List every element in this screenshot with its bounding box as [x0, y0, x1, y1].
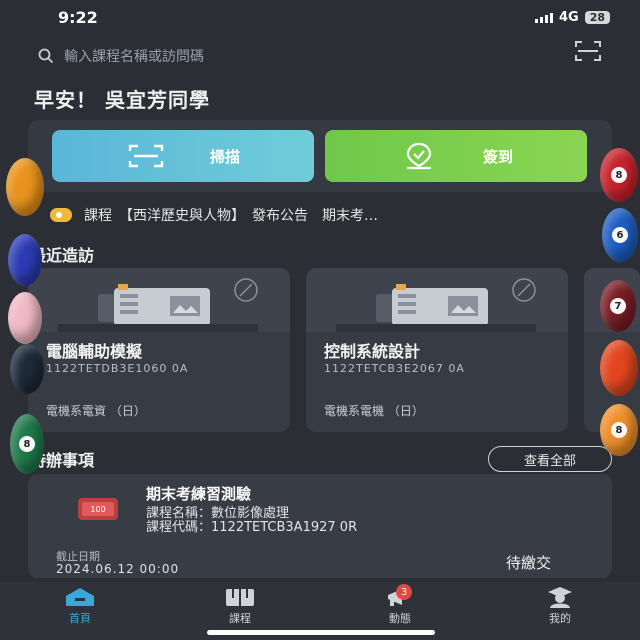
search-input[interactable]: 輸入課程名稱或訪問碼 — [64, 46, 204, 66]
tab-label: 我的 — [549, 612, 571, 625]
signal-icon — [534, 12, 553, 23]
exam-icon: 100 — [78, 498, 118, 520]
tab-courses[interactable]: 課程 — [208, 586, 272, 626]
scan-label: 掃描 — [209, 147, 240, 166]
billiard-ball-icon — [6, 158, 44, 216]
ball-number: 6 — [612, 227, 628, 243]
announcement-text: 課程 【西洋歷史與人物】 發布公告 期末考… — [84, 208, 378, 224]
billiard-ball-icon — [8, 234, 42, 286]
todo-item-title: 期末考練習測驗 — [146, 485, 252, 503]
book-icon — [222, 586, 258, 608]
scan-icon — [128, 144, 164, 168]
course-code: 1122TETDB3E1060 0A — [46, 362, 189, 375]
svg-text:100: 100 — [90, 505, 105, 514]
course-thumbnail — [306, 268, 568, 332]
billiard-ball-icon: 7 — [600, 280, 636, 332]
search-bar[interactable]: 輸入課程名稱或訪問碼 — [38, 42, 558, 70]
course-code: 1122TETCB3E2067 0A — [324, 362, 465, 375]
search-icon — [38, 48, 54, 64]
course-name: 電腦輔助模擬 — [46, 342, 143, 361]
network-label: 4G — [558, 10, 579, 25]
billiard-ball-icon — [600, 340, 638, 396]
course-department: 電機系電資 （日） — [46, 404, 146, 418]
tab-label: 課程 — [229, 612, 251, 625]
sign-label: 簽到 — [482, 147, 513, 166]
ball-number: 7 — [610, 298, 626, 314]
view-all-button[interactable]: 查看全部 — [488, 446, 612, 472]
deadline-value: 2024.06.12 00:00 — [56, 562, 180, 576]
tab-home[interactable]: 首頁 — [48, 586, 112, 626]
todo-course-code: 課程代碼：1122TETCB3A1927 0R — [146, 520, 358, 535]
billiard-ball-icon — [8, 292, 42, 344]
billiard-ball-icon: 8 — [600, 148, 638, 202]
ball-number: 8 — [611, 422, 627, 438]
scan-button[interactable]: 掃描 — [52, 130, 314, 182]
billiard-ball-icon: 6 — [602, 208, 638, 262]
greeting: 早安！ 吳宜芳同學 — [34, 88, 210, 112]
home-icon — [62, 586, 98, 608]
graduate-icon — [542, 586, 578, 608]
home-indicator — [207, 630, 435, 635]
announcement-bar[interactable]: 課程 【西洋歷史與人物】 發布公告 期末考… — [50, 204, 610, 226]
sign-in-button[interactable]: 簽到 — [325, 130, 587, 182]
tab-activity[interactable]: 3 動態 — [368, 584, 432, 626]
tab-profile[interactable]: 我的 — [528, 586, 592, 626]
course-card[interactable]: 控制系統設計 1122TETCB3E2067 0A 電機系電機 （日） — [306, 268, 568, 432]
status-time: 9:22 — [58, 8, 98, 27]
course-thumbnail — [28, 268, 290, 332]
tab-label: 動態 — [389, 612, 411, 625]
tab-label: 首頁 — [69, 612, 91, 625]
billiard-ball-icon: 8 — [600, 404, 638, 456]
announcement-icon — [50, 208, 72, 222]
billiard-ball-icon: 8 — [10, 414, 44, 474]
ball-number: 8 — [19, 436, 35, 452]
megaphone-icon: 3 — [382, 584, 418, 608]
billiard-ball-icon — [10, 344, 44, 394]
course-department: 電機系電機 （日） — [324, 404, 424, 418]
notification-badge: 3 — [396, 584, 412, 600]
scan-qr-icon[interactable] — [574, 40, 602, 62]
battery-icon: 28 — [584, 11, 610, 24]
todo-status: 待繳交 — [506, 554, 552, 572]
ball-number: 8 — [611, 167, 627, 183]
location-check-icon — [406, 142, 432, 170]
status-indicators: 4G 28 — [534, 10, 610, 25]
course-name: 控制系統設計 — [324, 342, 421, 361]
course-card[interactable]: 電腦輔助模擬 1122TETDB3E1060 0A 電機系電資 （日） — [28, 268, 290, 432]
